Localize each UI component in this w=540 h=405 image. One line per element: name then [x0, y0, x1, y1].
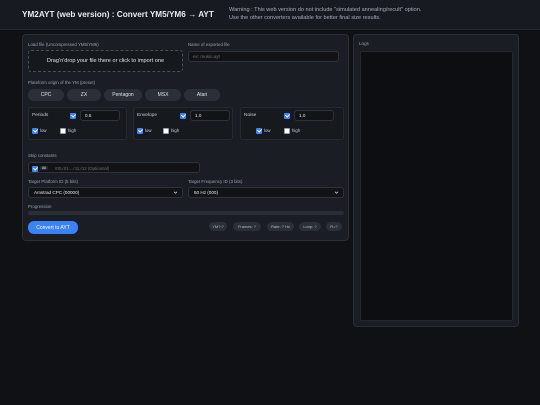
periods-group: Periods 0.5 low high	[28, 107, 127, 140]
periods-label: Periods	[32, 113, 49, 118]
skip-constants-input[interactable]: r00,r01....r11,r12 (Optionnal)	[55, 166, 109, 171]
target-platform-label: Target Platform ID (5 bits)	[28, 179, 79, 184]
warning-line-2: Use the other converters available for b…	[229, 15, 381, 21]
progress-bar	[28, 211, 344, 215]
preset-cpc-button[interactable]: CPC	[28, 89, 64, 101]
periods-checkbox[interactable]	[70, 113, 76, 119]
periods-input[interactable]: 0.5	[80, 110, 120, 121]
export-name-input[interactable]: ex: music.ayt	[188, 51, 339, 62]
envelope-group: Envelope 1.0 low high	[133, 107, 233, 140]
noise-label: Noise	[244, 113, 257, 118]
file-dropzone[interactable]: Drag'n'drop your file there or click to …	[28, 50, 183, 72]
envelope-low-label: low	[145, 128, 152, 133]
noise-high-label: high	[292, 128, 301, 133]
noise-input[interactable]: 1.0	[294, 110, 334, 121]
target-platform-value: Amstrad CPC (00000)	[34, 190, 80, 195]
target-platform-select[interactable]: Amstrad CPC (00000)	[28, 187, 183, 198]
app-header: YM2AYT (web version) : Convert YM5/YM6 →…	[0, 0, 540, 30]
preset-msx-button[interactable]: MSX	[145, 89, 181, 101]
periods-high-label: high	[68, 128, 77, 133]
skip-constants-label: Skip constants	[28, 153, 57, 158]
periods-low-label: low	[40, 128, 47, 133]
periods-low-checkbox[interactable]	[32, 128, 38, 134]
noise-low-label: low	[264, 128, 271, 133]
warning-line-1: Warning : This web version do not includ…	[229, 7, 422, 13]
envelope-input[interactable]: 1.0	[190, 110, 230, 121]
app-title: YM2AYT (web version) : Convert YM5/YM6 →…	[22, 10, 214, 19]
envelope-low-checkbox[interactable]	[137, 128, 143, 134]
progression-label: Progression	[28, 204, 52, 209]
frames-badge: Frames: ?	[233, 222, 261, 231]
envelope-checkbox[interactable]	[180, 113, 186, 119]
logs-output[interactable]	[360, 51, 513, 321]
target-frequency-value: 50 Hz (000)	[194, 190, 219, 195]
noise-checkbox[interactable]	[284, 113, 290, 119]
logs-label: Logs	[359, 41, 369, 46]
chevron-down-icon	[173, 191, 178, 194]
ym-badge: YM?:?	[209, 222, 227, 231]
envelope-label: Envelope	[137, 113, 158, 118]
envelope-high-label: high	[171, 128, 180, 133]
skip-all-checkbox[interactable]	[32, 165, 38, 172]
export-name-label: Name of exported file	[188, 42, 230, 47]
target-frequency-label: Target Frequency ID (3 bits)	[188, 179, 243, 184]
rate-badge: Rate: ? Hz	[267, 222, 294, 231]
skip-all-badge: All	[40, 165, 48, 170]
skip-constants-field: All r00,r01....r11,r12 (Optionnal)	[28, 162, 200, 173]
preset-zx-button[interactable]: ZX	[67, 89, 101, 101]
platform-preset-label: Plateform origin of the YM (preset)	[28, 80, 96, 85]
preset-atari-button[interactable]: Atari	[184, 89, 220, 101]
noise-low-checkbox[interactable]	[256, 128, 262, 134]
target-frequency-select[interactable]: 50 Hz (000)	[188, 187, 344, 198]
convert-button[interactable]: Convert to AYT	[28, 221, 78, 234]
logs-panel: Logs	[353, 34, 519, 327]
noise-high-checkbox[interactable]	[284, 128, 290, 134]
load-file-label: Load file (Uncompressed YM5/YM6)	[28, 42, 99, 47]
warning-text: Warning : This web version do not includ…	[229, 6, 421, 22]
chevron-down-icon	[334, 191, 339, 194]
periods-high-checkbox[interactable]	[60, 128, 66, 134]
envelope-high-checkbox[interactable]	[163, 128, 169, 134]
preset-pentagon-button[interactable]: Pentagon	[104, 89, 142, 101]
r-badge: R=?	[326, 222, 342, 231]
loop-badge: Loop: ?	[299, 222, 321, 231]
noise-group: Noise 1.0 low high	[240, 107, 344, 140]
converter-panel: Load file (Uncompressed YM5/YM6) Drag'n'…	[22, 34, 349, 241]
